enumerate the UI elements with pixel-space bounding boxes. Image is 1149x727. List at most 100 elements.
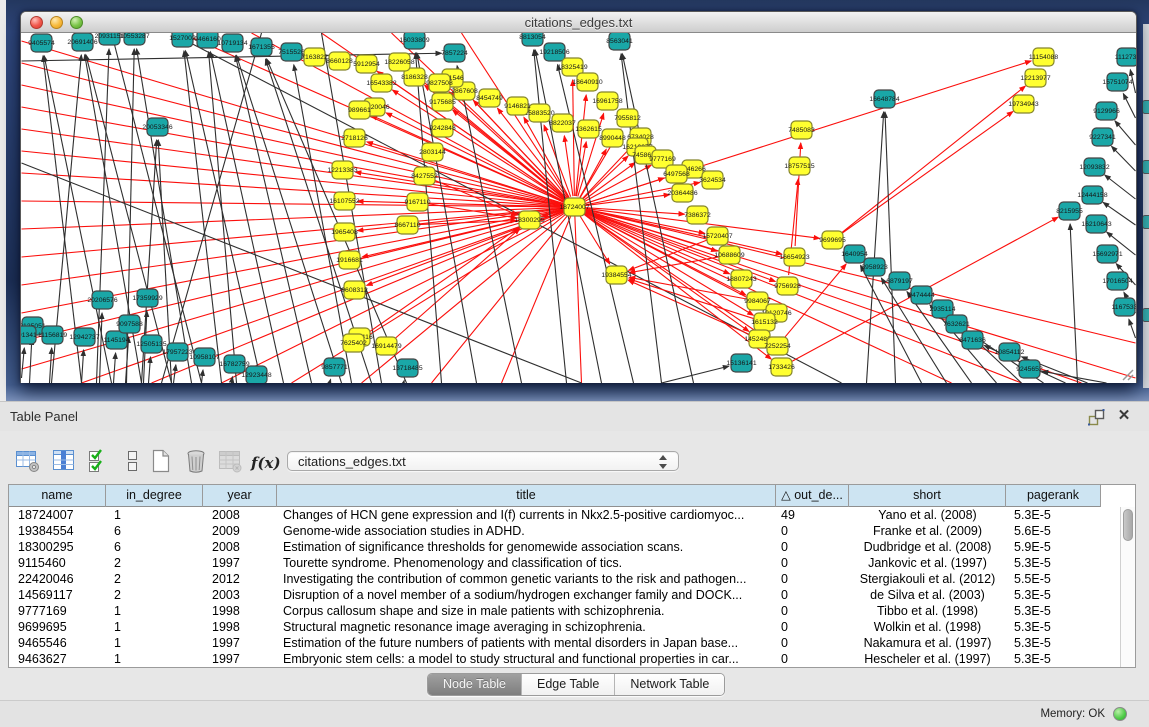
graph-node[interactable]: 12213977 [1020, 69, 1050, 87]
close-panel-icon[interactable]: ✕ [1115, 407, 1133, 425]
graph-edge[interactable] [867, 112, 884, 383]
graph-node[interactable]: 15692971 [1092, 245, 1122, 263]
graph-node[interactable]: 1916681 [336, 251, 363, 269]
graph-node[interactable]: 1167533 [1112, 298, 1136, 316]
graph-edge[interactable] [841, 112, 1012, 234]
graph-node[interactable]: 16033809 [399, 33, 429, 49]
table-settings-icon[interactable] [14, 447, 42, 475]
graph-edge[interactable] [662, 366, 729, 383]
graph-edge[interactable] [1129, 319, 1136, 338]
graph-edge[interactable] [22, 207, 575, 229]
scrollbar-thumb[interactable] [1123, 509, 1133, 541]
graph-node[interactable]: 9167110 [405, 193, 431, 211]
table-row[interactable]: 946554611997Estimation of the future num… [9, 635, 1135, 651]
graph-edge[interactable] [564, 136, 573, 196]
graph-node[interactable]: 8667110 [395, 216, 421, 234]
graph-node[interactable]: 16210643 [1081, 215, 1111, 233]
table-row[interactable]: 911546021997Tourette syndrome. Phenomeno… [9, 555, 1135, 571]
graph-node[interactable]: 20364486 [667, 184, 697, 202]
graph-node[interactable]: 10719134 [217, 34, 247, 52]
graph-node[interactable]: 2803144 [419, 143, 446, 161]
window-titlebar[interactable]: citations_edges.txt [21, 12, 1136, 33]
column-visibility-icon[interactable] [50, 447, 78, 475]
graph-node[interactable]: 9242848 [429, 119, 456, 137]
graph-node[interactable]: 1112734 [1115, 48, 1136, 66]
column-header[interactable]: title [277, 485, 776, 507]
row-checklist-icon[interactable] [85, 447, 113, 475]
graph-node[interactable]: 2718126 [341, 129, 368, 147]
network-canvas[interactable]: 9405574206914062093115110553287152700294… [21, 33, 1136, 383]
table-row[interactable]: 1456911722003Disruption of a novel membe… [9, 587, 1135, 603]
graph-node[interactable]: 12923448 [241, 366, 271, 383]
graph-node[interactable]: 20053346 [142, 118, 172, 136]
table-row[interactable]: 1830029562008Estimation of significance … [9, 539, 1135, 555]
graph-edge[interactable] [236, 55, 341, 383]
graph-node[interactable]: 20691406 [67, 33, 97, 51]
graph-node[interactable]: 18724007 [559, 198, 589, 216]
graph-node[interactable]: 1527002 [169, 33, 196, 47]
graph-node[interactable]: 9129966 [1093, 102, 1120, 120]
graph-node[interactable]: 8471636 [959, 331, 986, 349]
graph-node[interactable]: 17359929 [132, 289, 162, 307]
graph-node[interactable]: 16543382 [366, 74, 396, 92]
graph-node[interactable]: 9227341 [1089, 128, 1116, 146]
graph-node[interactable]: 16961758 [592, 92, 622, 110]
graph-edge[interactable] [1105, 175, 1136, 199]
table-row[interactable]: 946362711997Embryonic stem cells: a mode… [9, 651, 1135, 667]
graph-node[interactable]: 7386372 [684, 206, 711, 224]
network-svg[interactable]: 9405574206914062093115110553287152700294… [21, 33, 1136, 383]
graph-node[interactable]: 6879197 [886, 272, 913, 290]
column-header[interactable]: name [9, 485, 106, 507]
table-row[interactable]: 969969511998Structural magnetic resonanc… [9, 619, 1135, 635]
graph-edge[interactable] [703, 61, 1031, 166]
graph-node[interactable]: 8958923 [861, 258, 888, 276]
graph-node[interactable]: 16654923 [779, 248, 809, 266]
graph-edge[interactable] [22, 207, 575, 257]
graph-edge[interactable] [404, 381, 405, 383]
table-row[interactable]: 1938455462009Genome-wide association stu… [9, 523, 1135, 539]
stacked-rows-icon[interactable] [119, 447, 147, 475]
graph-node[interactable]: 9857771 [321, 358, 348, 376]
graph-node[interactable]: 15751074 [1102, 73, 1132, 91]
graph-edge[interactable] [22, 348, 25, 378]
graph-edge[interactable] [575, 207, 582, 383]
graph-node[interactable]: 16914479 [371, 337, 401, 355]
graph-node[interactable]: 18640910 [572, 73, 602, 91]
graph-node[interactable]: 6497568 [663, 165, 690, 183]
graph-node[interactable]: 1671355 [248, 38, 275, 56]
graph-node[interactable]: 9245652 [1016, 360, 1043, 378]
graph-node[interactable]: 3624534 [699, 171, 726, 189]
graph-edge[interactable] [50, 348, 52, 383]
graph-node[interactable]: 8427552 [411, 167, 438, 185]
graph-node[interactable]: 16107552 [329, 192, 359, 210]
graph-node[interactable]: 7485083 [788, 121, 815, 139]
float-panel-icon[interactable] [1087, 408, 1105, 426]
graph-edge[interactable] [30, 339, 32, 383]
graph-edge[interactable] [367, 142, 564, 204]
graph-node[interactable]: 10854112 [995, 343, 1025, 361]
tab-edge-table[interactable]: Edge Table [522, 674, 615, 695]
graph-edge[interactable] [785, 264, 847, 338]
graph-edge[interactable] [1123, 94, 1135, 118]
graph-node[interactable]: 1362615 [575, 120, 602, 138]
graph-edge[interactable] [82, 350, 84, 383]
graph-node[interactable]: 989661 [348, 101, 371, 119]
graph-node[interactable]: 19384554 [601, 266, 631, 284]
table-scrollbar[interactable] [1120, 507, 1135, 667]
graph-edge[interactable] [202, 370, 204, 383]
graph-node[interactable]: 12444158 [1077, 186, 1107, 204]
graph-node[interactable]: 9608312 [341, 281, 368, 299]
graph-node[interactable]: 12213383 [327, 161, 357, 179]
column-header[interactable]: year [203, 485, 277, 507]
graph-edge[interactable] [885, 112, 895, 383]
tab-node-table[interactable]: Node Table [428, 674, 522, 695]
graph-node[interactable]: 19734943 [1008, 95, 1038, 113]
graph-edge[interactable] [575, 207, 1136, 343]
graph-node[interactable]: 20206576 [87, 291, 117, 309]
graph-edge[interactable] [1112, 146, 1136, 171]
graph-node[interactable]: 16782759 [219, 355, 249, 373]
graph-node[interactable]: 9756928 [774, 277, 801, 295]
graph-node[interactable]: 10688609 [714, 246, 744, 264]
graph-node[interactable]: 8813054 [519, 33, 546, 46]
graph-node[interactable]: 11156819 [38, 326, 67, 344]
